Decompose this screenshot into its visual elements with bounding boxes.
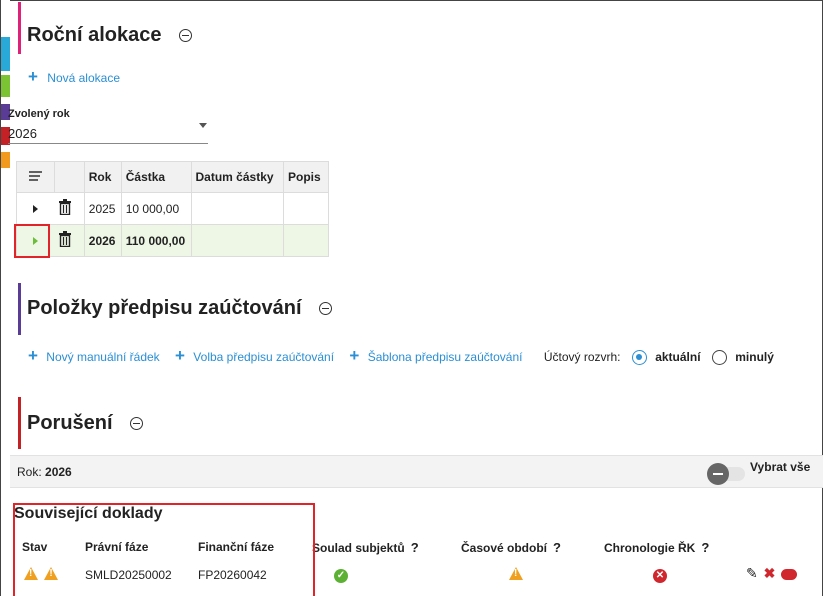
col-popis[interactable]: Popis: [283, 161, 329, 193]
rok-filter: Rok: 2026: [17, 465, 72, 479]
x-icon[interactable]: ✖: [764, 565, 776, 581]
radio-minuly-label: minulý: [735, 350, 774, 364]
novy-radek-label: Nový manuální řádek: [46, 350, 160, 364]
x-circle-icon: ✕: [653, 567, 667, 583]
trash-button[interactable]: [54, 192, 85, 225]
comment-icon[interactable]: [781, 568, 798, 580]
help-icon[interactable]: ?: [411, 540, 419, 555]
cell-datum: [190, 224, 285, 257]
cell-rok: 2025: [83, 192, 122, 225]
warning-icon: [509, 567, 523, 583]
cell-castka: 110 000,00: [120, 224, 192, 257]
plus-icon: +: [349, 346, 360, 365]
help-icon[interactable]: ?: [701, 540, 709, 555]
plus-icon: +: [175, 346, 185, 365]
year-value: 2026: [8, 126, 37, 141]
radio-aktualni[interactable]: [631, 350, 647, 366]
radio-minuly[interactable]: [711, 350, 727, 366]
table-row: 2025 10 000,00: [16, 192, 329, 225]
vybrat-vse-label: Vybrat vše: [750, 460, 811, 474]
cell-datum: [190, 192, 285, 225]
cell-rok: 2026: [83, 224, 122, 257]
section-title-text: Roční alokace: [27, 24, 162, 46]
chevron-down-icon: [199, 123, 207, 128]
trash-icon: [59, 231, 72, 248]
section-title-polozky: Položky předpisu zaúčtování: [27, 297, 333, 320]
highlight-box: [13, 503, 315, 596]
allocation-table: Rok Částka Datum částky Popis 2025 10 00…: [16, 161, 329, 257]
novy-radek-link[interactable]: + Nový manuální řádek: [28, 346, 163, 365]
section-accent: [18, 283, 21, 335]
expand-button[interactable]: [16, 192, 55, 225]
nova-alokace-link[interactable]: + Nová alokace: [28, 67, 120, 87]
rok-filter-label: Rok:: [17, 465, 42, 479]
col-chronologie: Chronologie ŘK?: [604, 540, 709, 555]
cell-castka: 10 000,00: [120, 192, 192, 225]
sablona-predpisu-label: Šablona předpisu zaúčtování: [367, 350, 523, 364]
minus-circle-icon[interactable]: [319, 302, 333, 316]
minus-circle-icon[interactable]: [130, 417, 144, 431]
expand-triangle-icon: [33, 204, 39, 213]
check-circle-icon: ✓: [334, 567, 348, 583]
section-title-rocni-alokace: Roční alokace: [27, 24, 193, 47]
col-casove-label: Časové období: [461, 541, 548, 555]
col-chronologie-label: Chronologie ŘK: [604, 541, 696, 555]
plus-icon: +: [28, 67, 38, 86]
cell-popis: [283, 192, 329, 225]
col-castka[interactable]: Částka: [120, 161, 192, 193]
cell-popis: [283, 224, 329, 257]
trash-icon: [59, 199, 72, 216]
table-header: Rok Částka Datum částky Popis: [16, 161, 329, 193]
minus-circle-icon[interactable]: [179, 29, 193, 43]
pencil-icon[interactable]: ✎: [746, 565, 758, 581]
col-datum[interactable]: Datum částky: [190, 161, 285, 193]
plus-icon: +: [28, 346, 38, 365]
rok-filter-value: 2026: [45, 465, 72, 479]
toggle-knob: [707, 463, 729, 485]
section-title-text: Položky předpisu zaúčtování: [27, 297, 302, 319]
vybrat-vse-toggle[interactable]: [707, 463, 745, 485]
volba-predpisu-link[interactable]: + Volba předpisu zaúčtování: [175, 346, 337, 365]
row-actions: ✎ ✖: [746, 565, 798, 582]
rok-filter-bar: [10, 455, 823, 488]
year-select[interactable]: 2026: [8, 126, 208, 144]
section-title-text: Porušení: [27, 412, 113, 434]
lines-icon: [29, 170, 43, 181]
volba-predpisu-label: Volba předpisu zaúčtování: [193, 350, 335, 364]
year-label: Zvolený rok: [8, 108, 70, 120]
col-soulad: Soulad subjektů?: [312, 540, 419, 555]
help-icon[interactable]: ?: [553, 540, 561, 555]
section-accent: [18, 397, 21, 449]
trash-button[interactable]: [54, 224, 85, 257]
col-rok[interactable]: Rok: [83, 161, 122, 193]
radio-aktualni-label: aktuální: [655, 350, 701, 364]
section-title-poruseni: Porušení: [27, 412, 144, 435]
col-soulad-label: Soulad subjektů: [312, 541, 405, 555]
nova-alokace-label: Nová alokace: [47, 71, 120, 85]
rozvrh-label: Účtový rozvrh:: [543, 350, 621, 364]
col-casove: Časové období?: [461, 540, 561, 555]
polozky-toolbar: + Nový manuální řádek + Volba předpisu z…: [28, 346, 774, 366]
sablona-predpisu-link[interactable]: + Šablona předpisu zaúčtování: [349, 346, 525, 365]
columns-menu-icon[interactable]: [16, 161, 55, 193]
highlight-box: [14, 224, 50, 258]
section-accent: [18, 2, 21, 54]
table-row-selected: 2026 110 000,00: [16, 224, 329, 257]
